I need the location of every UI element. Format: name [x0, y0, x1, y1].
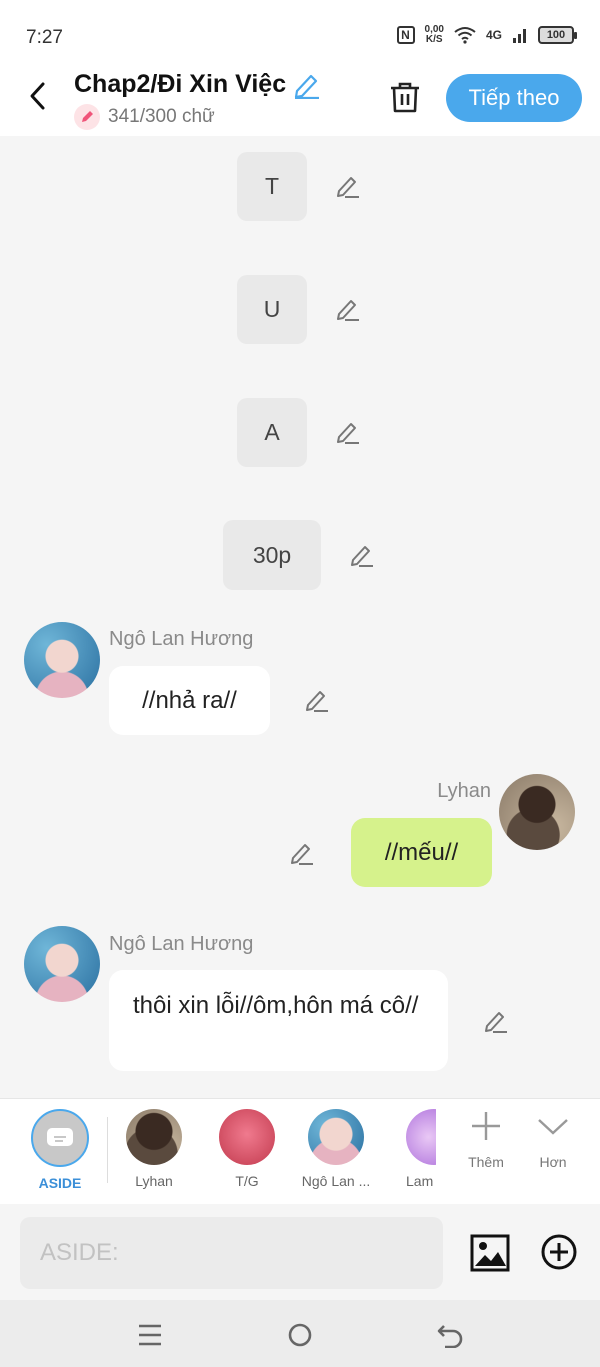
- message-bubble[interactable]: thôi xin lỗi//ôm,hôn má cô//: [109, 970, 448, 1071]
- title-row: Chap2/Đi Xin Việc: [74, 70, 322, 99]
- chat-bubble-icon: [47, 1128, 73, 1146]
- avatar: [126, 1109, 182, 1165]
- home-button[interactable]: [285, 1320, 315, 1350]
- aside-avatar: [31, 1109, 89, 1167]
- status-icons: N 0,00 K/S 4G 100: [396, 25, 577, 45]
- menu-button[interactable]: [135, 1320, 165, 1350]
- battery-icon: 100: [538, 26, 577, 44]
- narration-bubble[interactable]: A: [237, 398, 307, 467]
- edit-icon[interactable]: [334, 295, 362, 323]
- character-tg[interactable]: T/G: [207, 1109, 287, 1189]
- character-label: Lyhan: [135, 1173, 173, 1189]
- edit-icon[interactable]: [334, 172, 362, 200]
- word-count: 341/300 chữ: [108, 106, 215, 127]
- editor-header: Chap2/Đi Xin Việc 341/300 chữ Tiếp theo: [0, 64, 600, 136]
- chevron-left-icon: [30, 82, 45, 110]
- insert-image-button[interactable]: [470, 1233, 510, 1273]
- network-speed: 0,00 K/S: [425, 25, 444, 45]
- collapse-label: Hơn: [539, 1154, 567, 1170]
- plus-circle-icon: [541, 1234, 577, 1270]
- status-time: 7:27: [26, 27, 63, 48]
- divider: [107, 1117, 108, 1183]
- aside-input[interactable]: [20, 1217, 443, 1289]
- character-bar: ASIDE Lyhan T/G Ngô Lan ... Lam Thêm Hơn: [0, 1098, 600, 1204]
- avatar: [406, 1109, 436, 1165]
- wifi-icon: [454, 27, 476, 44]
- next-button[interactable]: Tiếp theo: [446, 74, 582, 122]
- signal-icon: [513, 29, 526, 43]
- chat-area[interactable]: T U A 30p Ngô Lan Hương //nhả ra// Lyhan…: [0, 136, 600, 1098]
- network-type: 4G: [485, 28, 502, 42]
- edit-icon[interactable]: [482, 1007, 510, 1035]
- system-nav-bar: [0, 1300, 600, 1367]
- character-label: T/G: [235, 1173, 259, 1189]
- narration-bubble[interactable]: 30p: [223, 520, 321, 590]
- input-area: [0, 1205, 600, 1300]
- edit-icon[interactable]: [334, 418, 362, 446]
- character-label: Ngô Lan ...: [301, 1173, 371, 1189]
- message-bubble[interactable]: //mếu//: [351, 818, 492, 887]
- character-lyhan[interactable]: Lyhan: [114, 1109, 194, 1189]
- add-button[interactable]: [540, 1233, 578, 1271]
- sender-name: Ngô Lan Hương: [109, 933, 254, 955]
- status-bar: 7:27 N 0,00 K/S 4G 100: [0, 0, 600, 64]
- character-lam[interactable]: Lam: [380, 1109, 436, 1189]
- back-button[interactable]: [22, 78, 52, 114]
- avatar: [219, 1109, 275, 1165]
- trash-icon: [391, 82, 419, 113]
- narration-bubble[interactable]: U: [237, 275, 307, 344]
- character-aside[interactable]: ASIDE: [20, 1109, 100, 1191]
- chevron-down-icon: [538, 1119, 568, 1135]
- avatar: [308, 1109, 364, 1165]
- more-label: Thêm: [468, 1154, 504, 1170]
- character-label: ASIDE: [38, 1175, 82, 1191]
- narration-bubble[interactable]: T: [237, 152, 307, 221]
- avatar[interactable]: [24, 926, 100, 1002]
- edit-icon[interactable]: [288, 839, 316, 867]
- plus-icon: [472, 1112, 500, 1140]
- edit-icon[interactable]: [348, 541, 376, 569]
- message-bubble[interactable]: //nhả ra//: [109, 666, 270, 735]
- character-label: Lam: [406, 1173, 434, 1189]
- expand-characters-button[interactable]: Hơn: [523, 1109, 583, 1170]
- sender-name: Lyhan: [437, 780, 491, 802]
- nfc-icon: N: [396, 26, 415, 44]
- edit-title-icon[interactable]: [292, 71, 322, 99]
- delete-button[interactable]: [386, 78, 424, 116]
- add-character-button[interactable]: Thêm: [456, 1109, 516, 1170]
- avatar[interactable]: [499, 774, 575, 850]
- menu-icon: [139, 1324, 161, 1346]
- word-count-row: 341/300 chữ: [74, 104, 215, 130]
- home-circle-icon: [288, 1323, 312, 1347]
- back-nav-button[interactable]: [435, 1320, 465, 1350]
- avatar[interactable]: [24, 622, 100, 698]
- sender-name: Ngô Lan Hương: [109, 628, 254, 650]
- edit-icon[interactable]: [303, 686, 331, 714]
- character-ngo-lan-huong[interactable]: Ngô Lan ...: [296, 1109, 376, 1189]
- network-speed-unit: K/S: [425, 34, 443, 45]
- pencil-icon: [74, 104, 100, 130]
- return-icon: [437, 1325, 463, 1348]
- chapter-title: Chap2/Đi Xin Việc: [74, 70, 287, 98]
- image-icon: [470, 1234, 510, 1272]
